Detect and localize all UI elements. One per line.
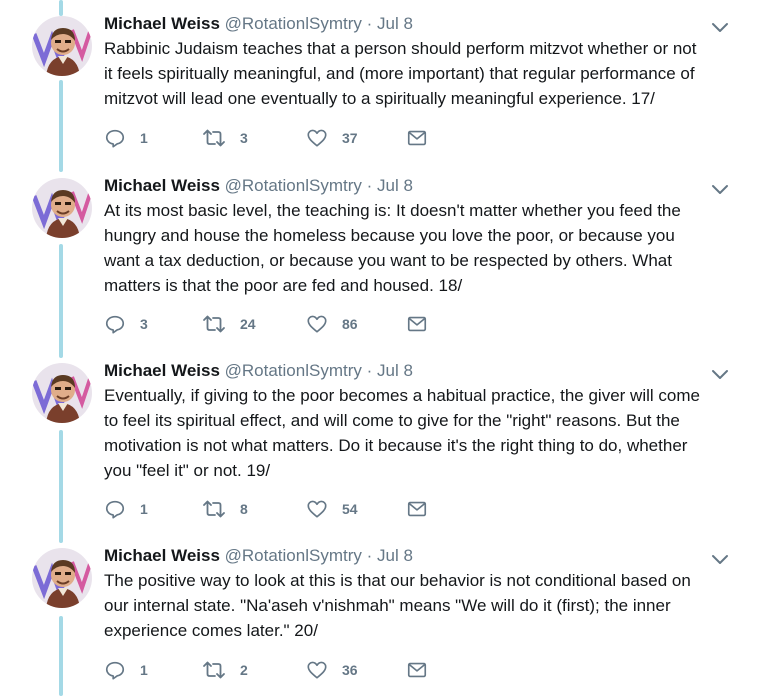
tweet-text-line: mitzvot will lead one eventually to a sp… xyxy=(104,89,655,108)
envelope-icon xyxy=(406,498,428,520)
tweet-text-line: The positive way to look at this is that… xyxy=(104,571,691,590)
author-name[interactable]: Michael Weiss xyxy=(104,14,220,33)
retweet-button[interactable]: 8 xyxy=(202,497,248,521)
heart-outline-icon xyxy=(306,659,328,681)
like-count: 86 xyxy=(342,316,358,332)
envelope-icon xyxy=(406,659,428,681)
tweet-text: Eventually, if giving to the poor become… xyxy=(104,383,744,483)
tweet-text-line: motivation is not what matters. Do it be… xyxy=(104,436,688,455)
reply-button[interactable]: 1 xyxy=(104,497,148,521)
author-handle[interactable]: @RotationlSymtry xyxy=(225,14,362,33)
reply-count: 3 xyxy=(140,316,148,332)
reply-button[interactable]: 1 xyxy=(104,658,148,682)
heart-outline-icon xyxy=(306,498,328,520)
tweet-text-line: hungry and house the homeless because yo… xyxy=(104,226,675,245)
direct-message-button[interactable] xyxy=(406,658,428,682)
avatar[interactable] xyxy=(32,363,92,423)
chevron-down-icon[interactable] xyxy=(709,548,731,570)
author-handle[interactable]: @RotationlSymtry xyxy=(225,176,362,195)
like-button[interactable]: 54 xyxy=(306,497,358,521)
author-name[interactable]: Michael Weiss xyxy=(104,546,220,565)
tweet-text: Rabbinic Judaism teaches that a person s… xyxy=(104,36,744,111)
tweet-text-line: Eventually, if giving to the poor become… xyxy=(104,386,700,405)
tweet-text-line: you "feel it" or not. 19/ xyxy=(104,461,271,480)
direct-message-button[interactable] xyxy=(406,126,428,150)
heart-outline-icon xyxy=(306,127,328,149)
tweet-text-line: Rabbinic Judaism teaches that a person s… xyxy=(104,39,697,58)
like-count: 37 xyxy=(342,130,358,146)
reply-button[interactable]: 3 xyxy=(104,312,148,336)
reply-count: 1 xyxy=(140,130,148,146)
tweet-text-line: it feels spiritually meaningful, and (mo… xyxy=(104,64,695,83)
retweet-count: 3 xyxy=(240,130,248,146)
retweet-arrows-icon xyxy=(202,659,226,681)
timestamp[interactable]: Jul 8 xyxy=(377,14,413,33)
retweet-arrows-icon xyxy=(202,127,226,149)
tweet-text-line: experience comes later." 20/ xyxy=(104,621,318,640)
tweet-header: Michael Weiss @RotationlSymtry · Jul 8 xyxy=(104,546,413,566)
tweet-text-line: our internal state. "Na'aseh v'nishmah" … xyxy=(104,596,671,615)
envelope-icon xyxy=(406,313,428,335)
like-button[interactable]: 36 xyxy=(306,658,358,682)
timestamp[interactable]: Jul 8 xyxy=(377,546,413,565)
tweet[interactable]: Michael Weiss @RotationlSymtry · Jul 8 R… xyxy=(0,14,757,164)
chevron-down-icon[interactable] xyxy=(709,178,731,200)
tweet[interactable]: Michael Weiss @RotationlSymtry · Jul 8 A… xyxy=(0,176,757,356)
reply-count: 1 xyxy=(140,662,148,678)
heart-outline-icon xyxy=(306,313,328,335)
like-button[interactable]: 37 xyxy=(306,126,358,150)
speech-bubble-icon xyxy=(104,498,126,520)
retweet-button[interactable]: 3 xyxy=(202,126,248,150)
avatar[interactable] xyxy=(32,548,92,608)
tweet[interactable]: Michael Weiss @RotationlSymtry · Jul 8 T… xyxy=(0,546,757,696)
tweet-header: Michael Weiss @RotationlSymtry · Jul 8 xyxy=(104,14,413,34)
speech-bubble-icon xyxy=(104,313,126,335)
retweet-arrows-icon xyxy=(202,498,226,520)
tweet-header: Michael Weiss @RotationlSymtry · Jul 8 xyxy=(104,176,413,196)
chevron-down-icon[interactable] xyxy=(709,16,731,38)
tweet-text-line: At its most basic level, the teaching is… xyxy=(104,201,681,220)
retweet-count: 24 xyxy=(240,316,256,332)
reply-count: 1 xyxy=(140,501,148,517)
author-handle[interactable]: @RotationlSymtry xyxy=(225,546,362,565)
direct-message-button[interactable] xyxy=(406,312,428,336)
chevron-down-icon[interactable] xyxy=(709,363,731,385)
tweet-text: The positive way to look at this is that… xyxy=(104,568,744,643)
retweet-count: 2 xyxy=(240,662,248,678)
separator-dot: · xyxy=(366,361,373,380)
tweet-text: At its most basic level, the teaching is… xyxy=(104,198,744,298)
avatar[interactable] xyxy=(32,16,92,76)
speech-bubble-icon xyxy=(104,127,126,149)
retweet-button[interactable]: 24 xyxy=(202,312,256,336)
retweet-button[interactable]: 2 xyxy=(202,658,248,682)
separator-dot: · xyxy=(366,546,373,565)
reply-button[interactable]: 1 xyxy=(104,126,148,150)
tweet-text-line: to feel its spiritual effect, and will c… xyxy=(104,411,680,430)
tweet-header: Michael Weiss @RotationlSymtry · Jul 8 xyxy=(104,361,413,381)
separator-dot: · xyxy=(366,14,373,33)
timestamp[interactable]: Jul 8 xyxy=(377,361,413,380)
author-name[interactable]: Michael Weiss xyxy=(104,361,220,380)
retweet-count: 8 xyxy=(240,501,248,517)
author-name[interactable]: Michael Weiss xyxy=(104,176,220,195)
speech-bubble-icon xyxy=(104,659,126,681)
tweet-text-line: matters is that the poor are fed and hou… xyxy=(104,276,463,295)
tweet[interactable]: Michael Weiss @RotationlSymtry · Jul 8 E… xyxy=(0,361,757,541)
direct-message-button[interactable] xyxy=(406,497,428,521)
avatar[interactable] xyxy=(32,178,92,238)
timestamp[interactable]: Jul 8 xyxy=(377,176,413,195)
separator-dot: · xyxy=(366,176,373,195)
envelope-icon xyxy=(406,127,428,149)
like-count: 54 xyxy=(342,501,358,517)
like-button[interactable]: 86 xyxy=(306,312,358,336)
author-handle[interactable]: @RotationlSymtry xyxy=(225,361,362,380)
like-count: 36 xyxy=(342,662,358,678)
tweet-text-line: want a tax deduction, or because you wan… xyxy=(104,251,672,270)
retweet-arrows-icon xyxy=(202,313,226,335)
